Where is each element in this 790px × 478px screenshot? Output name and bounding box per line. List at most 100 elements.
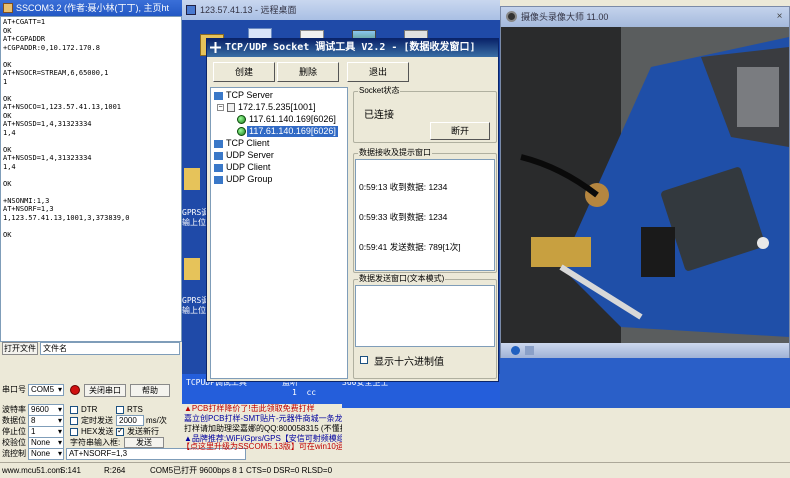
status-bar: www.mcu51.com S:141 R:264 COM5已打开 9600bp… bbox=[0, 462, 790, 478]
hex-display-checkbox[interactable] bbox=[360, 356, 368, 364]
tree-client-1[interactable]: 117.61.140.169[6026] bbox=[249, 114, 336, 125]
timed-send-checkbox[interactable] bbox=[70, 417, 78, 425]
file-name-field[interactable]: 文件名 bbox=[40, 342, 180, 355]
receive-line: AT+NSOSD=1,4,31323334 bbox=[3, 154, 92, 162]
log-line: 0:59:33 收到数据: 1234 bbox=[359, 212, 448, 222]
screen: SSCOM3.2 (作者:聂小林(丁丁), 主页ht AT+CGATT=1 OK A… bbox=[0, 0, 790, 478]
receive-line bbox=[3, 86, 179, 95]
delete-button[interactable]: 删除 bbox=[277, 62, 339, 82]
receive-textarea[interactable]: AT+CGATT=1 OK AT+CGPADDR +CGPADDR:0,10.172.… bbox=[0, 16, 182, 342]
client-icon bbox=[214, 139, 223, 148]
connection-icon bbox=[237, 127, 246, 136]
close-port-button[interactable]: 关闭串口 bbox=[84, 384, 126, 397]
send-window-label: 数据发送窗口(文本模式) bbox=[358, 274, 446, 284]
create-button[interactable]: 创建 bbox=[213, 62, 275, 82]
client-icon bbox=[214, 163, 223, 172]
folder-icon[interactable] bbox=[184, 258, 200, 280]
receive-group: 数据接收及提示窗口 0:59:13 收到数据: 1234 0:59:33 收到数… bbox=[353, 148, 497, 273]
tree-collapse-icon[interactable]: − bbox=[217, 104, 224, 111]
upgrade-link[interactable]: 【点这里升级为SSCOM5.13版】可在win10运行! bbox=[182, 442, 342, 452]
receive-line: 1,4 bbox=[3, 128, 16, 137]
exit-button[interactable]: 退出 bbox=[347, 62, 409, 82]
receive-line: 1 bbox=[3, 77, 8, 86]
tcp-titlebar[interactable]: TCP/UDP Socket 调试工具 V2.2 - [数据收发窗口] bbox=[207, 39, 498, 57]
port-label: 串口号 bbox=[2, 385, 26, 394]
receive-line: OK bbox=[3, 179, 12, 188]
send-group: 数据发送窗口(文本模式) 显示十六进制值 bbox=[353, 274, 497, 379]
taskbar-extra: 1 cc bbox=[292, 388, 317, 397]
receive-line: OK bbox=[3, 26, 12, 35]
camera-controls bbox=[501, 343, 789, 358]
log-line: 0:59:13 收到数据: 1234 bbox=[359, 182, 448, 192]
tree-udp-client[interactable]: UDP Client bbox=[214, 162, 270, 173]
camera-titlebar[interactable]: 摄像头录像大师 11.00 × bbox=[501, 7, 789, 27]
receive-line: OK bbox=[3, 230, 12, 239]
receive-line bbox=[3, 171, 179, 180]
pause-icon[interactable] bbox=[525, 346, 534, 355]
dtr-checkbox[interactable] bbox=[70, 406, 78, 414]
port-select[interactable]: COM5 bbox=[28, 384, 64, 396]
receive-line bbox=[3, 222, 179, 231]
receive-line: AT+CGPADDR bbox=[3, 35, 46, 43]
socket-state-group: Socket状态 已连接 断开 bbox=[353, 86, 497, 143]
app-icon bbox=[3, 3, 13, 13]
tree-server-node[interactable]: 172.17.5.235[1001] bbox=[227, 102, 316, 113]
socket-state-value: 已连接 bbox=[364, 110, 394, 121]
receive-line bbox=[3, 188, 179, 197]
remote-titlebar[interactable]: 123.57.41.13 - 远程桌面 bbox=[182, 0, 500, 20]
server-icon bbox=[214, 151, 223, 160]
receive-line: AT+NSOCO=1,123.57.41.13,1001 bbox=[3, 103, 122, 111]
remote-title-text: 123.57.41.13 - 远程桌面 bbox=[200, 5, 297, 15]
receive-line: 1,123.57.41.13,1001,3,373839,0 bbox=[3, 213, 130, 222]
newline-checkbox[interactable]: ✓ bbox=[116, 426, 124, 436]
socket-state-label: Socket状态 bbox=[358, 86, 401, 96]
receive-line: AT+NSORF=1,3 bbox=[3, 205, 54, 213]
flow-select[interactable]: None bbox=[28, 448, 64, 460]
send-textarea[interactable] bbox=[355, 285, 495, 347]
group-icon bbox=[214, 175, 223, 184]
receive-line: AT+NSOCR=STREAM,6,65000,1 bbox=[3, 69, 109, 77]
hex-send-checkbox[interactable] bbox=[70, 428, 78, 436]
status-port: COM5已打开 9600bps 8 1 bbox=[150, 466, 244, 475]
receive-line: OK bbox=[3, 145, 12, 154]
tree-udp-server[interactable]: UDP Server bbox=[214, 150, 274, 161]
ad-line[interactable]: 嘉立创PCB打样-SMT贴片-元器件商城一条龙服务 bbox=[184, 414, 342, 424]
tcp-title-text: TCP/UDP Socket 调试工具 V2.2 - [数据收发窗口] bbox=[225, 42, 476, 53]
receive-line: OK bbox=[3, 60, 12, 69]
open-file-button[interactable]: 打开文件 bbox=[2, 342, 38, 355]
tree-client-2[interactable]: 117.61.140.169[6026] bbox=[247, 126, 338, 137]
network-icon bbox=[210, 42, 221, 53]
close-icon[interactable]: × bbox=[774, 11, 785, 22]
receive-line: +NSONMI:1,3 bbox=[3, 196, 50, 205]
sscom-title-text: SSCOM3.2 (作者:聂小林(丁丁), 主页ht bbox=[16, 3, 170, 13]
camera-title-text: 摄像头录像大师 11.00 bbox=[521, 12, 609, 22]
folder-icon[interactable] bbox=[184, 168, 200, 190]
tree-udp-group[interactable]: UDP Group bbox=[214, 174, 272, 185]
tree-tcp-client[interactable]: TCP Client bbox=[214, 138, 269, 149]
receive-line: 1,4 bbox=[3, 162, 16, 171]
help-button[interactable]: 帮助 bbox=[130, 384, 170, 397]
webcam-icon bbox=[506, 11, 517, 22]
disconnect-button[interactable]: 断开 bbox=[430, 122, 490, 140]
receive-line: AT+CGATT=1 bbox=[3, 18, 46, 26]
log-line: 0:59:41 发送数据: 789[1次] bbox=[359, 242, 461, 252]
camera-window: 摄像头录像大师 11.00 × bbox=[500, 6, 790, 358]
send-button[interactable]: 发送 bbox=[124, 437, 164, 448]
play-icon[interactable] bbox=[511, 346, 520, 355]
connection-tree: TCP Server − 172.17.5.235[1001] 117.61.1… bbox=[210, 87, 348, 379]
ad-line[interactable]: ▲PCB打样降价了!击此领取免费打样 bbox=[184, 404, 342, 414]
sscom-titlebar[interactable]: SSCOM3.2 (作者:聂小林(丁丁), 主页ht bbox=[0, 0, 182, 16]
tcp-udp-tool-window: TCP/UDP Socket 调试工具 V2.2 - [数据收发窗口] 创建 删… bbox=[206, 38, 499, 382]
receive-line: +CGPADDR:0,10.172.170.8 bbox=[3, 43, 100, 52]
receive-line: AT+NSOSD=1,4,31323334 bbox=[3, 120, 92, 128]
remote-desktop-icon bbox=[186, 5, 196, 15]
port-status-icon bbox=[70, 385, 80, 395]
interval-input[interactable]: 2000 bbox=[116, 415, 144, 426]
ad-line[interactable]: 打样请加助理梁嘉娜的QQ:800058315 (不懂技术) bbox=[184, 424, 342, 434]
status-site[interactable]: www.mcu51.com bbox=[2, 463, 62, 478]
receive-log[interactable]: 0:59:13 收到数据: 1234 0:59:33 收到数据: 1234 0:… bbox=[355, 159, 495, 271]
receive-line: OK bbox=[3, 94, 12, 103]
rts-checkbox[interactable] bbox=[116, 406, 124, 414]
tree-tcp-server[interactable]: TCP Server bbox=[214, 90, 273, 101]
receive-label: 数据接收及提示窗口 bbox=[358, 148, 432, 158]
